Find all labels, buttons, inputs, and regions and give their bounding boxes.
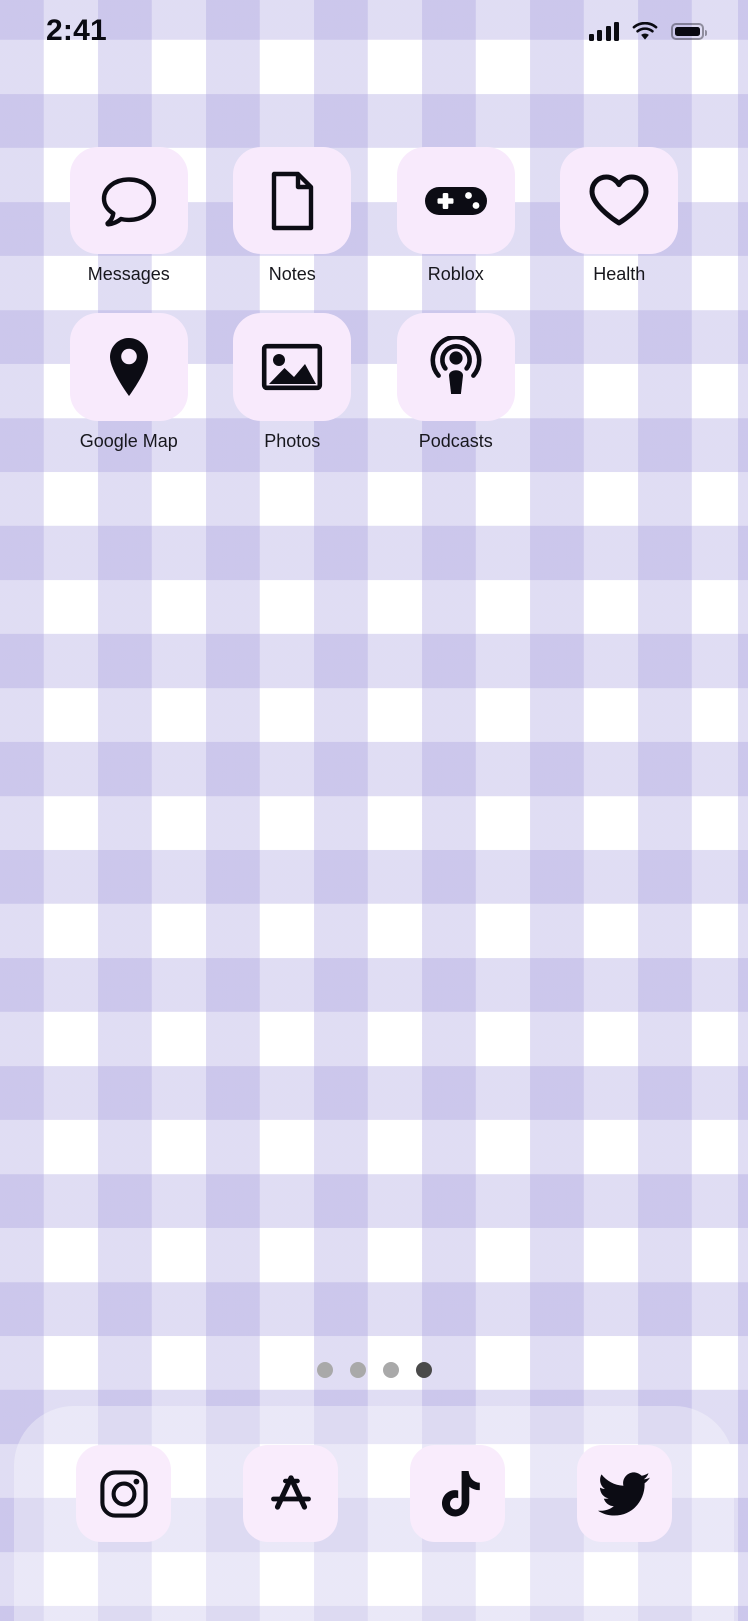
app-tile[interactable] — [396, 313, 515, 421]
podcast-antenna-icon — [430, 336, 482, 394]
cellular-signal-icon — [588, 21, 619, 41]
instagram-camera-icon — [99, 1469, 148, 1518]
message-bubble-icon — [101, 176, 156, 226]
dock-icon-instagram[interactable] — [76, 1445, 171, 1542]
twitter-bird-icon — [597, 1471, 650, 1515]
app-icon-roblox[interactable]: Roblox — [374, 147, 538, 283]
game-controller-icon — [424, 186, 487, 215]
app-tile[interactable] — [69, 313, 188, 421]
status-bar-indicators — [588, 21, 707, 41]
home-screen: 2:41 Messages Notes Roblox Health Google… — [0, 0, 748, 1621]
app-label: Roblox — [427, 264, 484, 284]
app-row: Google Map Photos Podcasts — [0, 313, 748, 450]
dock-icon-twitter[interactable] — [577, 1445, 672, 1542]
app-tile[interactable] — [560, 147, 679, 254]
app-label: Podcasts — [418, 431, 493, 451]
app-icon-notes[interactable]: Notes — [211, 147, 375, 283]
app-tile[interactable] — [233, 147, 352, 254]
app-label: Photos — [264, 431, 321, 451]
photo-picture-icon — [262, 343, 323, 391]
page-dot-2[interactable] — [349, 1362, 366, 1378]
app-icon-messages[interactable]: Messages — [47, 147, 211, 283]
app-tile[interactable] — [69, 147, 188, 254]
app-icon-photos[interactable]: Photos — [211, 313, 375, 450]
app-grid: Messages Notes Roblox Health Google Map … — [0, 147, 748, 450]
document-page-icon — [272, 171, 314, 230]
app-tile[interactable] — [233, 313, 352, 421]
app-slot-empty — [538, 313, 702, 450]
app-label: Health — [593, 264, 646, 284]
app-icon-podcasts[interactable]: Podcasts — [374, 313, 538, 450]
page-dot-1[interactable] — [316, 1362, 333, 1378]
app-label: Google Map — [79, 431, 178, 451]
app-label: Notes — [268, 264, 316, 284]
page-dot-4-active[interactable] — [415, 1362, 432, 1378]
app-row: Messages Notes Roblox Health — [0, 147, 748, 283]
wifi-icon — [632, 21, 658, 40]
status-bar: 2:41 — [0, 0, 748, 62]
app-tile[interactable] — [396, 147, 515, 254]
page-indicator[interactable] — [0, 1362, 748, 1378]
app-icon-google-map[interactable]: Google Map — [47, 313, 211, 450]
app-icon-health[interactable]: Health — [538, 147, 702, 283]
dock-icon-tiktok[interactable] — [410, 1445, 505, 1542]
map-pin-icon — [109, 338, 148, 396]
page-dot-3[interactable] — [382, 1362, 399, 1378]
dock — [14, 1406, 734, 1621]
tiktok-note-icon — [441, 1470, 480, 1516]
status-bar-clock: 2:41 — [46, 14, 107, 47]
battery-full-icon — [671, 22, 707, 40]
heart-outline-icon — [589, 174, 649, 225]
app-label: Messages — [87, 264, 170, 284]
dock-icon-app-store[interactable] — [243, 1445, 338, 1542]
app-store-icon — [270, 1474, 311, 1510]
